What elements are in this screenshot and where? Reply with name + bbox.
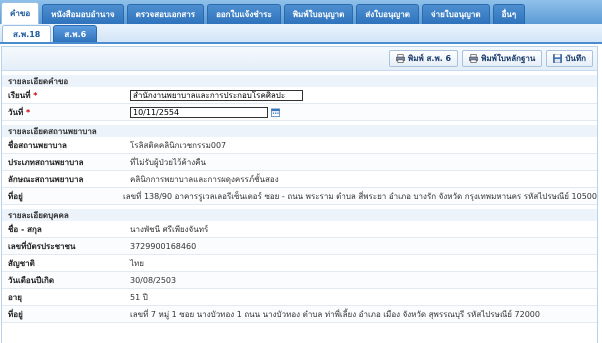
row-date: วันที่ * bbox=[2, 104, 597, 121]
row-birth-date: วันเดือนปีเกิด 30/08/2503 bbox=[2, 272, 597, 289]
tab-issue-payment-notice[interactable]: ออกใบแจ้งชำระ bbox=[207, 4, 281, 24]
facility-type-label: ประเภทสถานพยาบาล bbox=[8, 157, 84, 167]
age-value: 51 ปี bbox=[130, 292, 148, 302]
row-facility-name: ชื่อสถานพยาบาล โรลิสติคคลินิกเวชกรรม007 bbox=[2, 137, 597, 154]
print-evidence-label: พิมพ์ใบหลักฐาน bbox=[481, 54, 536, 63]
action-toolbar: พิมพ์ ส.พ. 6 พิมพ์ใบหลักฐาน บันทึก bbox=[2, 47, 597, 71]
request-rows: เรียนที่ * วันที่ * bbox=[2, 87, 597, 121]
requester-label: เรียนที่ * bbox=[8, 90, 38, 100]
requester-cell bbox=[130, 89, 597, 101]
birth-date-label: วันเดือนปีเกิด bbox=[8, 275, 55, 285]
facility-character-label: ลักษณะสถานพยาบาล bbox=[8, 174, 84, 184]
tab-request[interactable]: คำขอ bbox=[1, 2, 40, 24]
section-person-details: รายละเอียดบุคคล bbox=[2, 208, 597, 221]
row-facility-address: ที่อยู่ เลขที่ 138/90 อาคารรูเวลเลอรีเซ็… bbox=[2, 188, 597, 205]
row-nationality: สัญชาติ ไทย bbox=[2, 255, 597, 272]
facility-rows: ชื่อสถานพยาบาล โรลิสติคคลินิกเวชกรรม007 … bbox=[2, 137, 597, 205]
date-input[interactable] bbox=[130, 106, 268, 118]
row-person-address: ที่อยู่ เลขที่ 7 หมู่ 1 ซอย นางบัวทอง 1 … bbox=[2, 306, 597, 323]
tab-sp18[interactable]: ส.พ.18 bbox=[2, 25, 52, 42]
sub-tab-bar: ส.พ.18 ส.พ.6 bbox=[0, 24, 602, 44]
date-cell bbox=[130, 106, 597, 118]
requester-input[interactable] bbox=[130, 89, 303, 101]
printer-icon bbox=[469, 54, 478, 63]
row-id-card: เลขที่บัตรประชาชน 3729900168460 bbox=[2, 238, 597, 255]
required-mark: * bbox=[33, 90, 38, 100]
tab-send-license[interactable]: ส่งใบอนุญาต bbox=[356, 4, 419, 24]
required-mark: * bbox=[26, 107, 31, 117]
person-address-value: เลขที่ 7 หมู่ 1 ซอย นางบัวทอง 1 ถนน นางบ… bbox=[130, 309, 540, 319]
print-evidence-button[interactable]: พิมพ์ใบหลักฐาน bbox=[462, 50, 543, 67]
print-sp6-button[interactable]: พิมพ์ ส.พ. 6 bbox=[388, 50, 459, 67]
person-address-label: ที่อยู่ bbox=[8, 309, 23, 319]
row-facility-type: ประเภทสถานพยาบาล ที่ไม่รับผู้ป่วยไว้ค้าง… bbox=[2, 154, 597, 171]
tab-others[interactable]: อื่นๆ bbox=[492, 4, 526, 24]
form-panel: พิมพ์ ส.พ. 6 พิมพ์ใบหลักฐาน บันทึก รายละ… bbox=[1, 46, 598, 343]
main-tab-bar: คำขอ หนังสือมอบอำนาจ ตรวจสอบเอกสาร ออกใบ… bbox=[0, 0, 602, 24]
nationality-label: สัญชาติ bbox=[8, 258, 35, 268]
section-facility-details: รายละเอียดสถานพยาบาล bbox=[2, 124, 597, 137]
id-card-value: 3729900168460 bbox=[130, 241, 197, 251]
facility-name-value: โรลิสติคคลินิกเวชกรรม007 bbox=[130, 140, 227, 150]
facility-character-value: คลินิกการพยาบาลและการผดุงครรภ์ชั้นสอง bbox=[130, 174, 279, 184]
person-rows: ชื่อ - สกุล นางพัชนี ศรีเพียงจันทร์ เลขท… bbox=[2, 221, 597, 323]
printer-icon bbox=[396, 54, 405, 63]
facility-name-label: ชื่อสถานพยาบาล bbox=[8, 140, 67, 150]
id-card-label: เลขที่บัตรประชาชน bbox=[8, 241, 76, 251]
tab-check-documents[interactable]: ตรวจสอบเอกสาร bbox=[126, 4, 205, 24]
tab-sp6[interactable]: ส.พ.6 bbox=[53, 25, 98, 42]
calendar-icon[interactable] bbox=[271, 108, 280, 117]
save-label: บันทึก bbox=[565, 54, 586, 63]
row-requester: เรียนที่ * bbox=[2, 87, 597, 104]
facility-address-value: เลขที่ 138/90 อาคารรูเวลเลอรีเซ็นเตอร์ ซ… bbox=[123, 191, 597, 201]
tab-dispense-license[interactable]: จ่ายใบอนุญาต bbox=[421, 4, 490, 24]
floppy-disk-icon bbox=[553, 54, 563, 63]
facility-address-label: ที่อยู่ bbox=[8, 191, 23, 201]
person-name-value: นางพัชนี ศรีเพียงจันทร์ bbox=[130, 224, 209, 234]
section-request-details: รายละเอียดคำขอ bbox=[2, 74, 597, 87]
tab-power-of-attorney[interactable]: หนังสือมอบอำนาจ bbox=[42, 4, 124, 24]
tab-print-license[interactable]: พิมพ์ใบอนุญาต bbox=[283, 4, 354, 24]
date-label: วันที่ * bbox=[8, 107, 31, 117]
row-facility-character: ลักษณะสถานพยาบาล คลินิกการพยาบาลและการผด… bbox=[2, 171, 597, 188]
birth-date-value: 30/08/2503 bbox=[130, 275, 177, 285]
facility-type-value: ที่ไม่รับผู้ป่วยไว้ค้างคืน bbox=[130, 157, 206, 167]
person-name-label: ชื่อ - สกุล bbox=[8, 224, 42, 234]
row-age: อายุ 51 ปี bbox=[2, 289, 597, 306]
nationality-value: ไทย bbox=[130, 258, 144, 268]
age-label: อายุ bbox=[8, 292, 22, 302]
print-sp6-label: พิมพ์ ส.พ. 6 bbox=[407, 54, 452, 63]
row-person-name: ชื่อ - สกุล นางพัชนี ศรีเพียงจันทร์ bbox=[2, 221, 597, 238]
save-button[interactable]: บันทึก bbox=[546, 50, 593, 67]
